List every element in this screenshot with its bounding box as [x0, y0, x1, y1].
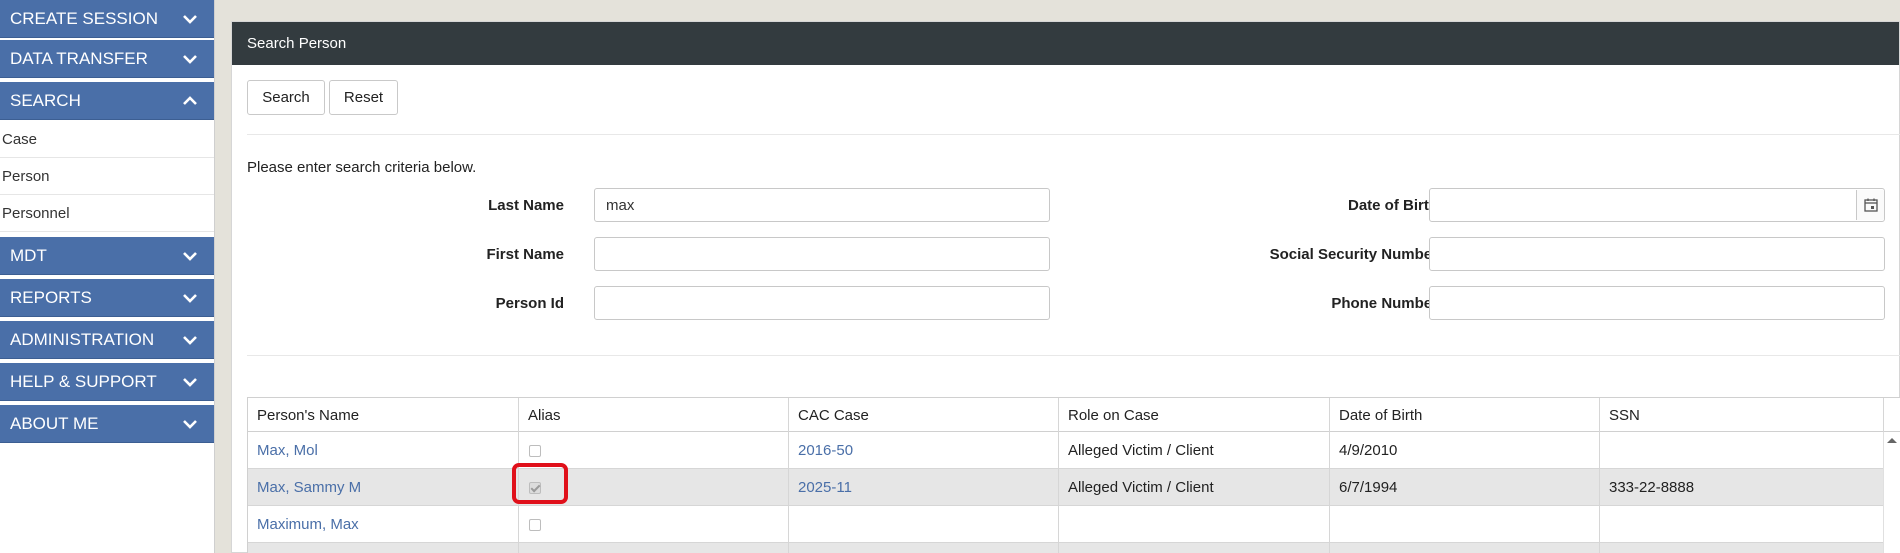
sidebar-item-case[interactable]: Case — [0, 121, 214, 158]
ssn-cell — [1600, 506, 1884, 543]
person-name-link[interactable]: Maximum, Max — [248, 506, 519, 543]
sidebar-item-label: Person — [2, 167, 50, 185]
table-row[interactable]: Maximum, Max — [248, 506, 1884, 543]
nav-reports[interactable]: REPORTS — [0, 279, 214, 317]
highlight-annotation — [512, 463, 568, 504]
person-name-cell — [248, 543, 519, 553]
chevron-down-icon — [183, 252, 197, 261]
chevron-down-icon — [183, 420, 197, 429]
results-grid: Person's Name Alias CAC Case Role on Cas… — [247, 397, 1900, 553]
person-name-link[interactable]: Max, Sammy M — [248, 469, 519, 506]
alias-checkbox[interactable] — [529, 444, 541, 457]
dob-cell: 4/9/2010 — [1330, 432, 1600, 469]
table-row[interactable] — [248, 543, 1884, 553]
calendar-button[interactable] — [1856, 190, 1884, 220]
first-name-label: First Name — [486, 246, 564, 263]
ssn-cell: 333-22-8888 — [1609, 479, 1695, 496]
sidebar-item-person[interactable]: Person — [0, 158, 214, 195]
ssn-cell — [1600, 432, 1884, 469]
ssn-cell — [1600, 543, 1884, 553]
scroll-up-arrow-icon[interactable] — [1884, 434, 1900, 446]
grid-header: Person's Name Alias CAC Case Role on Cas… — [248, 398, 1900, 432]
nav-search-label: SEARCH — [10, 90, 81, 110]
person-id-input[interactable] — [594, 286, 1050, 320]
nav-administration[interactable]: ADMINISTRATION — [0, 321, 214, 359]
person-id-label: Person Id — [495, 295, 564, 312]
column-header-dob[interactable]: Date of Birth — [1330, 398, 1600, 432]
chevron-down-icon — [183, 336, 197, 345]
chevron-down-icon — [183, 15, 197, 24]
dob-cell — [1330, 543, 1600, 553]
cac-case-link[interactable]: 2025-11 — [789, 469, 1059, 506]
nav-create-session[interactable]: CREATE SESSION — [0, 0, 214, 38]
column-header-cac-case[interactable]: CAC Case — [789, 398, 1059, 432]
role-cell: Alleged Victim / Client — [1059, 469, 1330, 506]
column-header-name[interactable]: Person's Name — [248, 398, 519, 432]
phone-input[interactable] — [1429, 286, 1885, 320]
calendar-icon — [1863, 198, 1878, 212]
chevron-down-icon — [183, 294, 197, 303]
ssn-label: Social Security Number — [1269, 246, 1438, 263]
nav-create-session-label: CREATE SESSION — [10, 8, 158, 28]
search-button[interactable]: Search — [247, 80, 325, 115]
sidebar-item-label: Personnel — [2, 204, 70, 222]
sidebar-item-label: Case — [2, 130, 38, 148]
reset-button[interactable]: Reset — [329, 80, 398, 115]
cac-case-cell — [789, 543, 1059, 553]
column-header-alias[interactable]: Alias — [519, 398, 789, 432]
nav-search[interactable]: SEARCH — [0, 82, 214, 120]
role-cell: Alleged Victim / Client — [1059, 432, 1330, 469]
dob-cell: 6/7/1994 — [1330, 469, 1600, 506]
nav-about-me[interactable]: ABOUT ME — [0, 405, 214, 443]
sidebar: CREATE SESSION DATA TRANSFER SEARCH Case… — [0, 0, 215, 553]
ssn-input[interactable] — [1429, 237, 1885, 271]
chevron-down-icon — [183, 378, 197, 387]
search-person-panel: Search Person Search Reset Please enter … — [231, 21, 1900, 553]
divider — [247, 134, 1900, 135]
first-name-input[interactable] — [594, 237, 1050, 271]
nav-mdt[interactable]: MDT — [0, 237, 214, 275]
phone-label: Phone Number — [1331, 295, 1438, 312]
panel-title: Search Person — [247, 35, 347, 52]
role-cell — [1059, 543, 1330, 553]
divider — [247, 355, 1900, 356]
nav-help-support-label: HELP & SUPPORT — [10, 371, 157, 391]
table-row[interactable]: Max, Sammy M 2025-11 Alleged Victim / Cl… — [248, 469, 1884, 506]
grid-scrollbar[interactable] — [1883, 432, 1900, 553]
table-row[interactable]: Max, Mol 2016-50 Alleged Victim / Client… — [248, 432, 1884, 469]
nav-about-me-label: ABOUT ME — [10, 413, 99, 433]
panel-header: Search Person — [232, 22, 1899, 65]
nav-data-transfer[interactable]: DATA TRANSFER — [0, 40, 214, 78]
nav-mdt-label: MDT — [10, 245, 47, 265]
person-name-link[interactable]: Max, Mol — [248, 432, 519, 469]
nav-reports-label: REPORTS — [10, 287, 92, 307]
instructions-text: Please enter search criteria below. — [247, 159, 477, 176]
cac-case-link[interactable] — [789, 506, 1059, 543]
dob-label: Date of Birth — [1348, 197, 1438, 214]
cac-case-link[interactable]: 2016-50 — [789, 432, 1059, 469]
column-header-role[interactable]: Role on Case — [1059, 398, 1330, 432]
nav-help-support[interactable]: HELP & SUPPORT — [0, 363, 214, 401]
chevron-up-icon — [183, 96, 197, 105]
last-name-label: Last Name — [488, 197, 564, 214]
dob-input[interactable] — [1429, 188, 1885, 222]
role-cell — [1059, 506, 1330, 543]
chevron-down-icon — [183, 55, 197, 64]
alias-cell — [519, 543, 789, 553]
alias-cell — [519, 506, 789, 543]
nav-data-transfer-label: DATA TRANSFER — [10, 48, 148, 68]
alias-checkbox[interactable] — [529, 518, 541, 531]
sidebar-item-personnel[interactable]: Personnel — [0, 195, 214, 232]
nav-administration-label: ADMINISTRATION — [10, 329, 155, 349]
dob-cell — [1330, 506, 1600, 543]
column-header-ssn[interactable]: SSN — [1600, 398, 1884, 432]
last-name-input[interactable] — [594, 188, 1050, 222]
